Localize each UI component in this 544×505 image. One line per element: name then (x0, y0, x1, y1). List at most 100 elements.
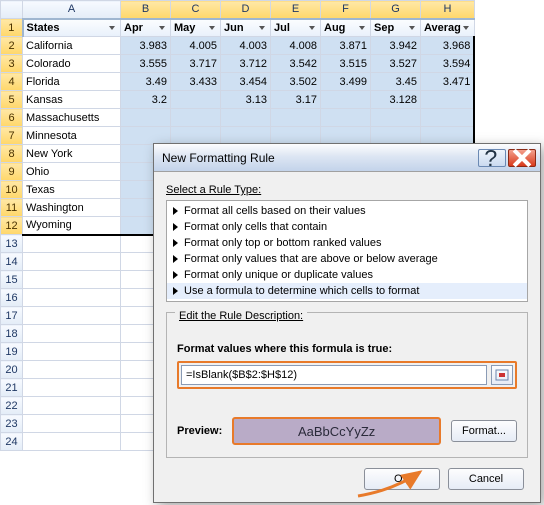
data-cell[interactable]: 3.499 (321, 73, 371, 91)
data-cell[interactable] (171, 127, 221, 145)
rule-type-list[interactable]: Format all cells based on their values F… (166, 200, 528, 302)
filter-dropdown-icon[interactable] (257, 23, 267, 33)
filter-dropdown-icon[interactable] (107, 23, 117, 33)
row-header[interactable]: 21 (1, 379, 23, 397)
table-header-row[interactable]: 1StatesAprMayJunJulAugSepAverag (1, 19, 475, 37)
cell-state[interactable]: Florida (23, 73, 121, 91)
empty-cell[interactable] (23, 325, 121, 343)
row-header[interactable]: 7 (1, 127, 23, 145)
data-cell[interactable] (421, 127, 475, 145)
filter-dropdown-icon[interactable] (157, 23, 167, 33)
row-header[interactable]: 13 (1, 235, 23, 253)
data-cell[interactable] (421, 91, 475, 109)
header-cell[interactable]: Aug (321, 19, 371, 37)
col-header[interactable]: D (221, 1, 271, 19)
empty-cell[interactable] (23, 343, 121, 361)
table-row[interactable]: 5Kansas3.23.133.173.128 (1, 91, 475, 109)
row-header[interactable]: 23 (1, 415, 23, 433)
cell-state[interactable]: Minnesota (23, 127, 121, 145)
data-cell[interactable] (221, 109, 271, 127)
cell-state[interactable]: Massachusetts (23, 109, 121, 127)
col-header[interactable]: A (23, 1, 121, 19)
data-cell[interactable] (421, 109, 475, 127)
data-cell[interactable]: 3.454 (221, 73, 271, 91)
filter-dropdown-icon[interactable] (461, 23, 471, 33)
row-header[interactable]: 1 (1, 19, 23, 37)
empty-cell[interactable] (23, 415, 121, 433)
header-cell[interactable]: Apr (121, 19, 171, 37)
range-selector-button[interactable] (491, 365, 513, 385)
row-header[interactable]: 16 (1, 289, 23, 307)
data-cell[interactable]: 3.17 (271, 91, 321, 109)
format-button[interactable]: Format... (451, 420, 517, 442)
row-header[interactable]: 19 (1, 343, 23, 361)
col-header[interactable]: G (371, 1, 421, 19)
header-cell[interactable]: Jun (221, 19, 271, 37)
data-cell[interactable] (321, 127, 371, 145)
row-header[interactable]: 20 (1, 361, 23, 379)
row-header[interactable]: 15 (1, 271, 23, 289)
help-button[interactable]: ? (478, 149, 506, 167)
data-cell[interactable] (171, 109, 221, 127)
ok-button[interactable]: OK (364, 468, 440, 490)
col-header[interactable]: F (321, 1, 371, 19)
row-header[interactable]: 14 (1, 253, 23, 271)
data-cell[interactable]: 3.128 (371, 91, 421, 109)
col-header[interactable]: H (421, 1, 475, 19)
filter-dropdown-icon[interactable] (357, 23, 367, 33)
data-cell[interactable]: 3.594 (421, 55, 475, 73)
row-header[interactable]: 22 (1, 397, 23, 415)
data-cell[interactable]: 3.942 (371, 37, 421, 55)
row-header[interactable]: 8 (1, 145, 23, 163)
cell-state[interactable]: Ohio (23, 163, 121, 181)
data-cell[interactable]: 3.49 (121, 73, 171, 91)
data-cell[interactable]: 3.717 (171, 55, 221, 73)
header-cell[interactable]: States (23, 19, 121, 37)
header-cell[interactable]: Sep (371, 19, 421, 37)
row-header[interactable]: 10 (1, 181, 23, 199)
empty-cell[interactable] (23, 235, 121, 253)
table-row[interactable]: 3Colorado3.5553.7173.7123.5423.5153.5273… (1, 55, 475, 73)
data-cell[interactable]: 3.515 (321, 55, 371, 73)
row-header[interactable]: 5 (1, 91, 23, 109)
empty-cell[interactable] (23, 289, 121, 307)
data-cell[interactable]: 4.005 (171, 37, 221, 55)
empty-cell[interactable] (23, 271, 121, 289)
col-header[interactable]: B (121, 1, 171, 19)
data-cell[interactable]: 3.45 (371, 73, 421, 91)
row-header[interactable]: 3 (1, 55, 23, 73)
table-row[interactable]: 4Florida3.493.4333.4543.5023.4993.453.47… (1, 73, 475, 91)
empty-cell[interactable] (23, 307, 121, 325)
data-cell[interactable] (321, 109, 371, 127)
formula-input[interactable] (181, 365, 487, 385)
filter-dropdown-icon[interactable] (207, 23, 217, 33)
data-cell[interactable] (271, 109, 321, 127)
data-cell[interactable] (371, 109, 421, 127)
data-cell[interactable]: 3.968 (421, 37, 475, 55)
table-row[interactable]: 6Massachusetts (1, 109, 475, 127)
table-row[interactable]: 7Minnesota (1, 127, 475, 145)
row-header[interactable]: 6 (1, 109, 23, 127)
header-cell[interactable]: May (171, 19, 221, 37)
cell-state[interactable]: Kansas (23, 91, 121, 109)
empty-cell[interactable] (23, 253, 121, 271)
empty-cell[interactable] (23, 433, 121, 451)
data-cell[interactable]: 3.433 (171, 73, 221, 91)
data-cell[interactable]: 3.983 (121, 37, 171, 55)
empty-cell[interactable] (23, 361, 121, 379)
filter-dropdown-icon[interactable] (307, 23, 317, 33)
data-cell[interactable]: 3.555 (121, 55, 171, 73)
row-header[interactable]: 24 (1, 433, 23, 451)
data-cell[interactable] (371, 127, 421, 145)
rule-type-item[interactable]: Format all cells based on their values (167, 203, 527, 219)
row-header[interactable]: 2 (1, 37, 23, 55)
data-cell[interactable] (121, 109, 171, 127)
filter-dropdown-icon[interactable] (407, 23, 417, 33)
select-all-corner[interactable] (1, 1, 23, 19)
data-cell[interactable]: 4.003 (221, 37, 271, 55)
rule-type-item[interactable]: Format only values that are above or bel… (167, 251, 527, 267)
data-cell[interactable]: 3.13 (221, 91, 271, 109)
dialog-titlebar[interactable]: New Formatting Rule ? (154, 144, 540, 172)
row-header[interactable]: 18 (1, 325, 23, 343)
col-header[interactable]: C (171, 1, 221, 19)
